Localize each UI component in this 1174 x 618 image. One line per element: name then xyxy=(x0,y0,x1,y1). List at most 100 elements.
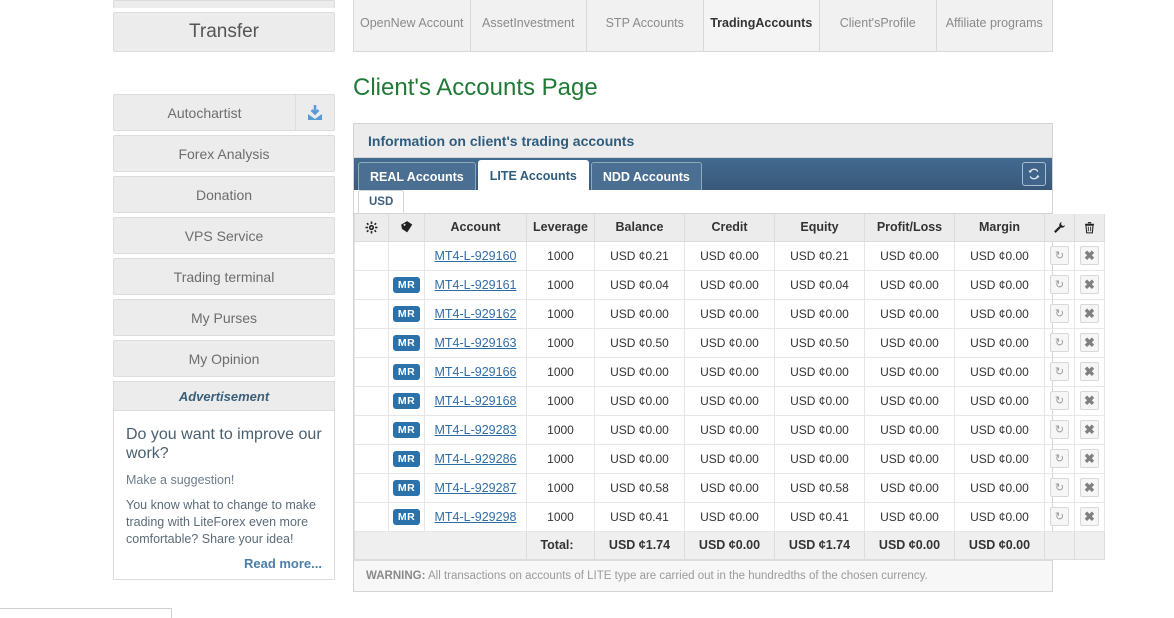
row-select-cell[interactable] xyxy=(354,443,389,474)
refresh-button[interactable] xyxy=(1022,162,1046,186)
close-icon[interactable]: ✖ xyxy=(1080,304,1099,323)
reset-icon[interactable]: ↻ xyxy=(1050,391,1069,410)
reset-icon[interactable]: ↻ xyxy=(1050,362,1069,381)
equity-cell: USD ¢0.21 xyxy=(774,240,865,271)
nav-item-client-s-profile[interactable]: Client's Profile xyxy=(820,0,937,52)
close-icon[interactable]: ✖ xyxy=(1080,507,1099,526)
total-equity-cell: USD ¢1.74 xyxy=(774,530,865,560)
balance-cell: USD ¢0.50 xyxy=(594,327,685,358)
account-link[interactable]: MT4-L-929161 xyxy=(435,278,517,292)
profit-loss-cell: USD ¢0.00 xyxy=(864,240,955,271)
advertisement-read-more-link[interactable]: Read more... xyxy=(126,556,322,571)
reset-icon[interactable]: ↻ xyxy=(1050,333,1069,352)
row-select-cell[interactable] xyxy=(354,327,389,358)
reset-icon[interactable]: ↻ xyxy=(1050,478,1069,497)
reset-icon[interactable]: ↻ xyxy=(1050,304,1069,323)
status-badge: MR xyxy=(392,479,421,496)
row-badge-cell: MR xyxy=(388,443,425,474)
tab-ndd-accounts[interactable]: NDD Accounts xyxy=(590,162,702,190)
column-header-account[interactable]: Account xyxy=(424,214,527,242)
row-select-cell[interactable] xyxy=(354,414,389,445)
column-header-balance[interactable]: Balance xyxy=(594,214,685,242)
sidebar-item-my-opinion[interactable]: My Opinion xyxy=(113,340,335,377)
status-badge: MR xyxy=(392,392,421,409)
leverage-cell: 1000 xyxy=(526,385,595,416)
tab-real-accounts[interactable]: REAL Accounts xyxy=(358,162,476,190)
nav-item-affiliate-programs[interactable]: Affiliate programs xyxy=(936,0,1053,52)
reset-icon[interactable]: ↻ xyxy=(1050,420,1069,439)
nav-item-open-new-account[interactable]: Open New Account xyxy=(354,0,471,52)
credit-cell: USD ¢0.00 xyxy=(684,269,775,300)
total-margin-cell: USD ¢0.00 xyxy=(954,530,1045,560)
row-close-cell: ✖ xyxy=(1074,298,1105,329)
row-select-cell[interactable] xyxy=(354,472,389,503)
table-row: MR MT4-L-929298 1000 USD ¢0.41 USD ¢0.00 USD … xyxy=(354,501,1105,532)
credit-cell: USD ¢0.00 xyxy=(684,443,775,474)
account-link[interactable]: MT4-L-929163 xyxy=(435,336,517,350)
account-link[interactable]: MT4-L-929287 xyxy=(435,481,517,495)
account-link[interactable]: MT4-L-929298 xyxy=(435,510,517,524)
row-select-cell[interactable] xyxy=(354,298,389,329)
sidebar-item-label: Transfer xyxy=(188,21,260,42)
sidebar-item-my-purses[interactable]: My Purses xyxy=(113,299,335,336)
currency-tab-usd[interactable]: USD xyxy=(358,190,405,213)
account-link[interactable]: MT4-L-929283 xyxy=(435,423,517,437)
nav-item-asset-investment[interactable]: Asset Investment xyxy=(470,0,587,52)
nav-item-trading-accounts[interactable]: Trading Accounts xyxy=(703,0,820,52)
account-link[interactable]: MT4-L-929160 xyxy=(435,249,517,263)
close-icon[interactable]: ✖ xyxy=(1080,420,1099,439)
total-balance-cell: USD ¢1.74 xyxy=(594,530,685,560)
balance-cell: USD ¢0.00 xyxy=(594,385,685,416)
margin-cell: USD ¢0.00 xyxy=(954,385,1045,416)
account-link[interactable]: MT4-L-929166 xyxy=(435,365,517,379)
currency-tabbar: USD xyxy=(354,190,1052,214)
profit-loss-cell: USD ¢0.00 xyxy=(864,385,955,416)
close-icon[interactable]: ✖ xyxy=(1080,449,1099,468)
close-icon[interactable]: ✖ xyxy=(1080,391,1099,410)
account-link[interactable]: MT4-L-929168 xyxy=(435,394,517,408)
sidebar-item-forex-analysis[interactable]: Forex Analysis xyxy=(113,135,335,172)
nav-item-label: STP Accounts xyxy=(605,16,684,30)
close-icon[interactable]: ✖ xyxy=(1080,275,1099,294)
sidebar-item-vps-service[interactable]: VPS Service xyxy=(113,217,335,254)
row-close-cell: ✖ xyxy=(1074,356,1105,387)
close-icon[interactable]: ✖ xyxy=(1080,333,1099,352)
profit-loss-cell: USD ¢0.00 xyxy=(864,414,955,445)
close-icon[interactable]: ✖ xyxy=(1080,362,1099,381)
row-select-cell[interactable] xyxy=(354,356,389,387)
column-header-credit[interactable]: Credit xyxy=(684,214,775,242)
sidebar-item-donation[interactable]: Donation xyxy=(113,176,335,213)
column-header-equity[interactable]: Equity xyxy=(774,214,865,242)
autochartist-download-button[interactable] xyxy=(295,94,335,131)
sidebar-item-transfer[interactable]: Transfer xyxy=(113,12,335,52)
column-header-settings[interactable] xyxy=(354,214,389,242)
row-select-cell[interactable] xyxy=(354,269,389,300)
column-header-tag[interactable] xyxy=(388,214,425,242)
close-icon[interactable]: ✖ xyxy=(1080,478,1099,497)
row-select-cell[interactable] xyxy=(354,385,389,416)
account-cell: MT4-L-929287 xyxy=(424,472,527,503)
column-header-settings-actions[interactable] xyxy=(1044,214,1075,242)
account-link[interactable]: MT4-L-929286 xyxy=(435,452,517,466)
reset-icon[interactable]: ↻ xyxy=(1050,246,1069,265)
row-reset-cell: ↻ xyxy=(1044,472,1075,503)
sidebar-item-trading-terminal[interactable]: Trading terminal xyxy=(113,258,335,295)
row-reset-cell: ↻ xyxy=(1044,443,1075,474)
reset-icon[interactable]: ↻ xyxy=(1050,449,1069,468)
sidebar-item-autochartist[interactable]: Autochartist xyxy=(113,94,295,131)
column-header-leverage[interactable]: Leverage xyxy=(526,214,595,242)
close-icon[interactable]: ✖ xyxy=(1080,246,1099,265)
row-badge-cell: MR xyxy=(388,414,425,445)
tab-lite-accounts[interactable]: LITE Accounts xyxy=(477,160,589,190)
row-select-cell[interactable] xyxy=(354,501,389,532)
row-select-cell[interactable] xyxy=(354,240,389,271)
column-header-delete-actions[interactable] xyxy=(1074,214,1105,242)
account-link[interactable]: MT4-L-929162 xyxy=(435,307,517,321)
profit-loss-cell: USD ¢0.00 xyxy=(864,443,955,474)
nav-item-stp-accounts[interactable]: STP Accounts xyxy=(587,0,704,52)
column-header-margin[interactable]: Margin xyxy=(954,214,1045,242)
column-header-profit-loss[interactable]: Profit/Loss xyxy=(864,214,955,242)
reset-icon[interactable]: ↻ xyxy=(1050,275,1069,294)
reset-icon[interactable]: ↻ xyxy=(1050,507,1069,526)
